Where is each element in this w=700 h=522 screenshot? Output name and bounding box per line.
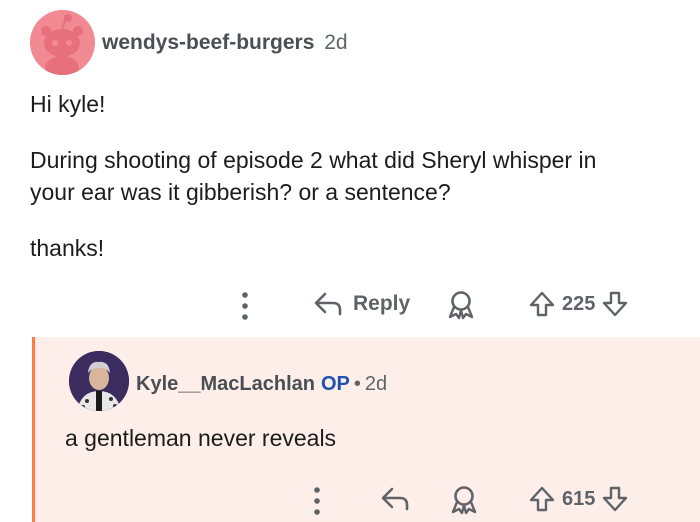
comment: wendys-beef-burgers 2d Hi kyle! During s… [0, 0, 700, 330]
upvote-icon[interactable] [529, 485, 555, 513]
comment-line: your ear was it gibberish? or a sentence… [30, 179, 451, 205]
downvote-icon[interactable] [602, 290, 628, 318]
avatar[interactable] [69, 351, 129, 411]
reply-comment: Kyle__MacLachlan OP • 2d a gentleman never … [32, 337, 700, 522]
vote-group: 615 [529, 485, 628, 513]
reply-arrow-icon [313, 290, 343, 318]
reply-meta: Kyle__MacLachlan OP • 2d [136, 373, 387, 396]
avatar[interactable] [30, 10, 95, 75]
vote-group: 225 [529, 290, 628, 318]
award-icon[interactable] [448, 485, 480, 515]
more-options-icon[interactable] [313, 486, 321, 516]
reply-button[interactable]: Reply [313, 290, 410, 318]
comment-meta: wendys-beef-burgers 2d [102, 31, 348, 55]
timestamp: 2d [364, 373, 388, 395]
more-options-icon[interactable] [241, 291, 249, 321]
reply-actions: 615 [35, 481, 700, 521]
award-icon[interactable] [445, 290, 477, 320]
username[interactable]: wendys-beef-burgers [102, 31, 314, 54]
upvote-count: 225 [562, 292, 596, 315]
reply-arrow-icon[interactable] [380, 485, 410, 513]
downvote-icon[interactable] [602, 485, 628, 513]
comment-line: thanks! [30, 235, 105, 261]
comment-actions: Reply 225 [0, 286, 700, 326]
comment-line: During shooting of episode 2 what did Sh… [30, 147, 597, 173]
timestamp: 2d [324, 31, 348, 54]
upvote-count: 615 [562, 487, 596, 510]
reply-label: Reply [353, 292, 411, 315]
username[interactable]: Kyle__MacLachlan [136, 373, 315, 395]
meta-separator: • [353, 373, 361, 395]
comment-line: Hi kyle! [30, 91, 106, 117]
upvote-icon[interactable] [529, 290, 555, 318]
reply-body: a gentleman never reveals [65, 425, 337, 451]
op-badge: OP [320, 373, 350, 395]
